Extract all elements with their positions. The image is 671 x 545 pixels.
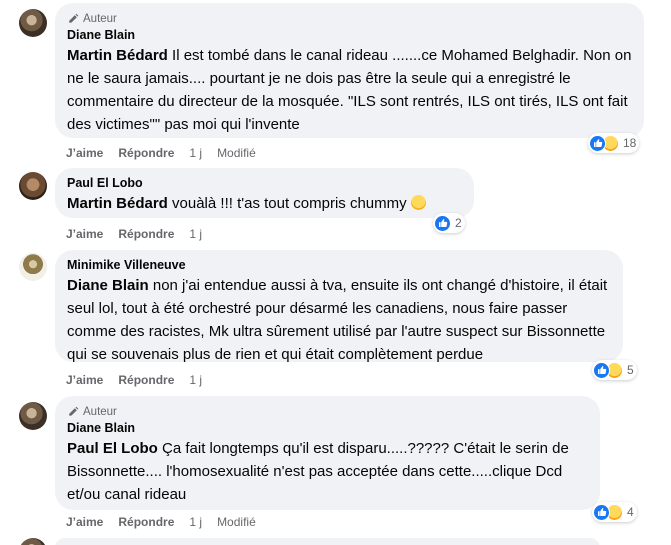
comment-author[interactable]: Diane Blain xyxy=(67,420,588,437)
comment-bubble: Auteur Diane Blain Paul El Lobo Ça fait … xyxy=(55,396,600,510)
like-button[interactable]: J’aime xyxy=(66,227,103,241)
avatar[interactable] xyxy=(19,172,47,200)
like-reaction-icon xyxy=(434,214,451,232)
like-button[interactable]: J’aime xyxy=(66,146,103,160)
avatar[interactable] xyxy=(19,402,47,430)
comment-timestamp[interactable]: 1 j xyxy=(189,227,202,241)
mention-link[interactable]: Diane Blain xyxy=(67,277,149,294)
reaction-count: 5 xyxy=(627,363,634,377)
winking-face-icon xyxy=(410,195,426,210)
like-reaction-icon xyxy=(593,361,610,379)
comment-author[interactable]: Minimike Villeneuve xyxy=(67,257,611,274)
like-reaction-icon xyxy=(593,503,610,521)
comment-author[interactable]: Diane Blain xyxy=(67,27,632,44)
mention-link[interactable]: Martin Bédard xyxy=(67,47,168,64)
comment-actions: J’aime Répondre 1 j xyxy=(66,226,202,242)
comment-body: non j'ai entendue aussi à tva, ensuite i… xyxy=(67,277,608,363)
pencil-icon xyxy=(69,13,79,23)
edited-label[interactable]: Modifié xyxy=(217,515,256,529)
reaction-summary[interactable]: 4 xyxy=(592,502,637,522)
comment-bubble xyxy=(55,538,600,545)
comment-text: Paul El Lobo Ça fait longtemps qu'il est… xyxy=(67,437,588,506)
comment-actions: J’aime Répondre 1 j Modifié xyxy=(66,514,256,530)
reaction-summary[interactable]: 2 xyxy=(433,213,465,233)
comment-bubble: Auteur Diane Blain Martin Bédard Il est … xyxy=(55,3,644,138)
reaction-summary[interactable]: 5 xyxy=(592,360,637,380)
like-reaction-icon xyxy=(589,134,606,152)
comment-actions: J’aime Répondre 1 j xyxy=(66,372,202,388)
reply-button[interactable]: Répondre xyxy=(118,373,174,387)
avatar[interactable] xyxy=(19,253,47,281)
pencil-icon xyxy=(69,406,79,416)
comment-body: vouàlà !!! t'as tout compris chummy xyxy=(167,195,411,212)
avatar[interactable] xyxy=(19,9,47,37)
like-button[interactable]: J’aime xyxy=(66,373,103,387)
comment-bubble: Paul El Lobo Martin Bédard vouàlà !!! t'… xyxy=(55,168,474,218)
comment-timestamp[interactable]: 1 j xyxy=(189,373,202,387)
author-badge: Auteur xyxy=(67,404,588,420)
author-badge-label: Auteur xyxy=(83,406,117,418)
reply-button[interactable]: Répondre xyxy=(118,146,174,160)
comment-author[interactable]: Paul El Lobo xyxy=(67,175,462,192)
like-button[interactable]: J’aime xyxy=(66,515,103,529)
avatar[interactable] xyxy=(19,538,47,545)
comment-text: Martin Bédard Il est tombé dans le canal… xyxy=(67,44,632,136)
comment-text: Martin Bédard vouàlà !!! t'as tout compr… xyxy=(67,192,462,215)
comment-timestamp[interactable]: 1 j xyxy=(189,515,202,529)
author-badge-label: Auteur xyxy=(83,13,117,25)
edited-label[interactable]: Modifié xyxy=(217,146,256,160)
author-badge: Auteur xyxy=(67,11,632,27)
mention-link[interactable]: Paul El Lobo xyxy=(67,440,158,457)
comment-bubble: Minimike Villeneuve Diane Blain non j'ai… xyxy=(55,250,623,363)
comment-timestamp[interactable]: 1 j xyxy=(189,146,202,160)
reaction-count: 4 xyxy=(627,505,634,519)
mention-link[interactable]: Martin Bédard xyxy=(67,195,168,212)
reaction-count: 2 xyxy=(455,216,462,230)
comment-actions: J’aime Répondre 1 j Modifié xyxy=(66,145,256,161)
comment-text: Diane Blain non j'ai entendue aussi à tv… xyxy=(67,274,611,366)
reply-button[interactable]: Répondre xyxy=(118,227,174,241)
reply-button[interactable]: Répondre xyxy=(118,515,174,529)
reaction-count: 18 xyxy=(623,136,637,150)
reaction-summary[interactable]: 18 xyxy=(588,133,640,153)
